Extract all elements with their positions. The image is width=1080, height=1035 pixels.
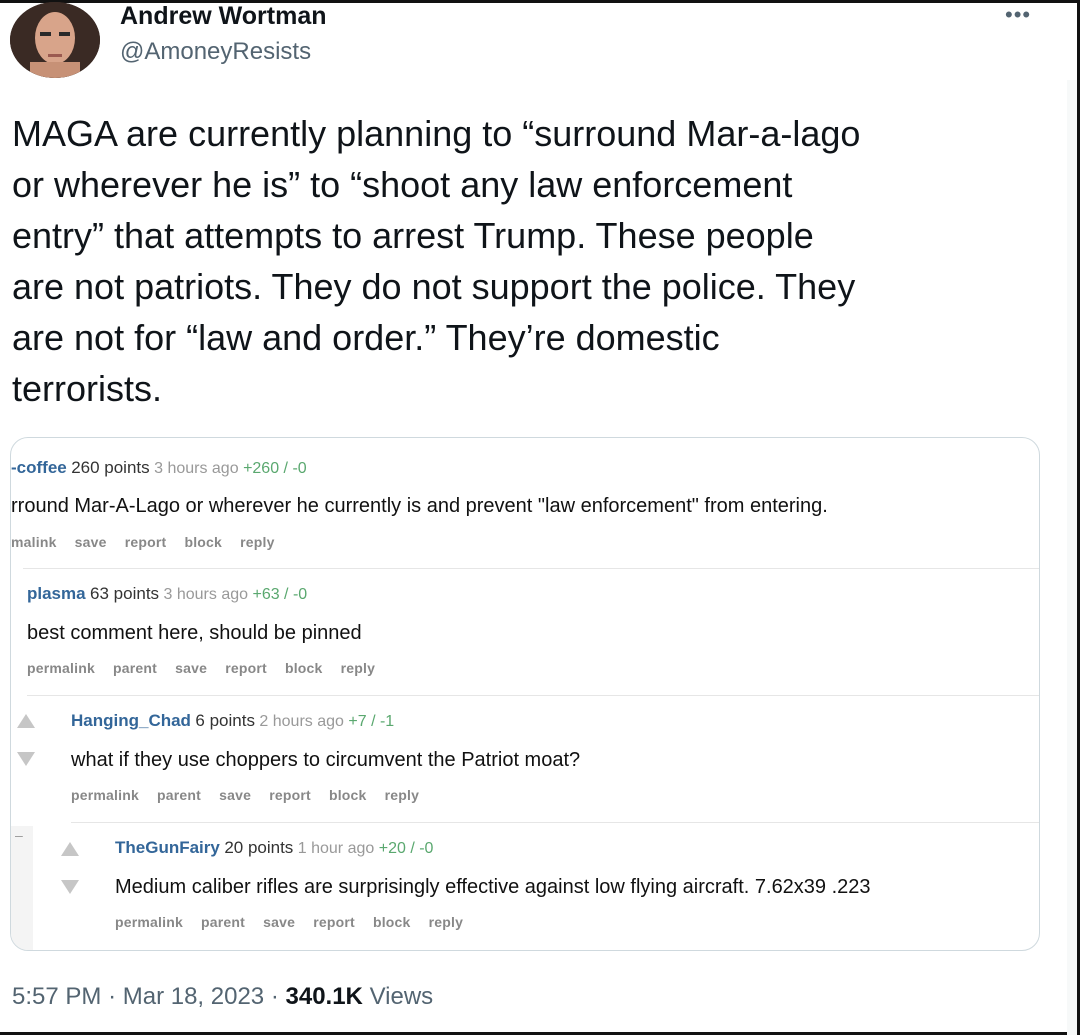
reply-link: reply — [428, 914, 464, 930]
comment-points: 20 points — [224, 838, 294, 857]
tweet-text-line: or wherever he is” to “shoot any law enf… — [12, 164, 793, 205]
comment-time: 3 hours ago — [163, 586, 249, 603]
comment-votes: +20 / -0 — [378, 840, 434, 857]
tweet-text-line: terrorists. — [12, 368, 163, 409]
tweet-time[interactable]: 5:57 PM — [12, 983, 101, 1010]
views-label: Views — [369, 983, 434, 1010]
report-link: report — [313, 914, 355, 930]
tweet-date[interactable]: Mar 18, 2023 — [123, 983, 264, 1010]
block-link: block — [328, 787, 367, 803]
comment-votes: +260 / -0 — [243, 460, 307, 477]
reply-link: reply — [240, 534, 275, 550]
comment-1-actions: malink save report block reply — [11, 534, 289, 550]
upvote-arrow-icon — [61, 842, 79, 856]
comment-time: 3 hours ago — [154, 460, 239, 477]
comment-1-text: rround Mar-A-Lago or wherever he current… — [11, 495, 828, 517]
report-link: report — [269, 787, 311, 803]
save-link: save — [175, 660, 208, 676]
comment-1-meta: -coffee 260 points 3 hours ago +260 / -0 — [11, 458, 307, 478]
more-horizontal-icon[interactable]: ••• — [1005, 2, 1031, 28]
meta-separator: · — [108, 983, 117, 1010]
comment-username: TheGunFairy — [115, 838, 220, 857]
comment-divider — [27, 695, 1039, 696]
comment-points: 6 points — [195, 711, 255, 730]
comment-3-meta: Hanging_Chad 6 points 2 hours ago +7 / -… — [71, 711, 394, 731]
tweet-text-line: MAGA are currently planning to “surround… — [12, 113, 861, 154]
comment-votes: +7 / -1 — [348, 713, 395, 730]
parent-link: parent — [113, 660, 158, 676]
scroll-gutter — [1067, 80, 1077, 1035]
permalink-link: permalink — [115, 914, 183, 930]
meta-separator: · — [270, 983, 279, 1010]
author-name[interactable]: Andrew Wortman — [120, 2, 327, 31]
save-link: save — [74, 534, 107, 550]
collapse-marker: – — [15, 827, 23, 843]
comment-2-meta: plasma 63 points 3 hours ago +63 / -0 — [27, 584, 307, 604]
comment-3-actions: permalink parent save report block reply — [71, 787, 433, 803]
block-link: block — [372, 914, 411, 930]
block-link: block — [284, 660, 323, 676]
comment-username: Hanging_Chad — [71, 711, 191, 730]
parent-link: parent — [201, 914, 246, 930]
tweet-text-line: entry” that attempts to arrest Trump. Th… — [12, 215, 814, 256]
block-link: block — [184, 534, 223, 550]
reply-link: reply — [384, 787, 420, 803]
upvote-arrow-icon — [17, 714, 35, 728]
comment-3-text: what if they use choppers to circumvent … — [71, 749, 581, 771]
embedded-image[interactable]: -coffee 260 points 3 hours ago +260 / -0… — [10, 437, 1040, 951]
views-count[interactable]: 340.1K — [286, 983, 363, 1010]
permalink-link: malink — [11, 534, 57, 550]
save-link: save — [219, 787, 252, 803]
downvote-arrow-icon — [61, 880, 79, 894]
comment-points: 260 points — [71, 458, 150, 477]
report-link: report — [225, 660, 267, 676]
author-avatar[interactable] — [10, 2, 100, 78]
nest-shade — [11, 826, 33, 950]
comment-points: 63 points — [90, 584, 160, 603]
comment-divider — [23, 568, 1039, 569]
comment-time: 2 hours ago — [259, 713, 344, 730]
comment-2-actions: permalink parent save report block reply — [27, 660, 389, 676]
comment-username: -coffee — [11, 458, 67, 477]
permalink-link: permalink — [27, 660, 95, 676]
comment-2-text: best comment here, should be pinned — [27, 622, 362, 644]
report-link: report — [124, 534, 167, 550]
save-link: save — [263, 914, 296, 930]
comment-4-meta: TheGunFairy 20 points 1 hour ago +20 / -… — [115, 838, 433, 858]
permalink-link: permalink — [71, 787, 139, 803]
avatar-portrait-icon — [10, 2, 100, 78]
tweet-text-line: are not patriots. They do not support th… — [12, 266, 856, 307]
tweet-text: MAGA are currently planning to “surround… — [12, 108, 1052, 414]
comment-username: plasma — [27, 584, 86, 603]
downvote-arrow-icon — [17, 752, 35, 766]
tweet-text-line: are not for “law and order.” They’re dom… — [12, 317, 720, 358]
comment-votes: +63 / -0 — [252, 586, 308, 603]
reply-link: reply — [340, 660, 376, 676]
parent-link: parent — [157, 787, 202, 803]
comment-4-actions: permalink parent save report block reply — [115, 914, 477, 930]
comment-time: 1 hour ago — [297, 840, 375, 857]
comment-4-text: Medium caliber rifles are surprisingly e… — [115, 876, 871, 898]
comment-divider — [71, 822, 1039, 823]
tweet-metadata: 5:57 PM · Mar 18, 2023 · 340.1K Views — [12, 983, 433, 1011]
author-handle[interactable]: @AmoneyResists — [120, 38, 311, 66]
